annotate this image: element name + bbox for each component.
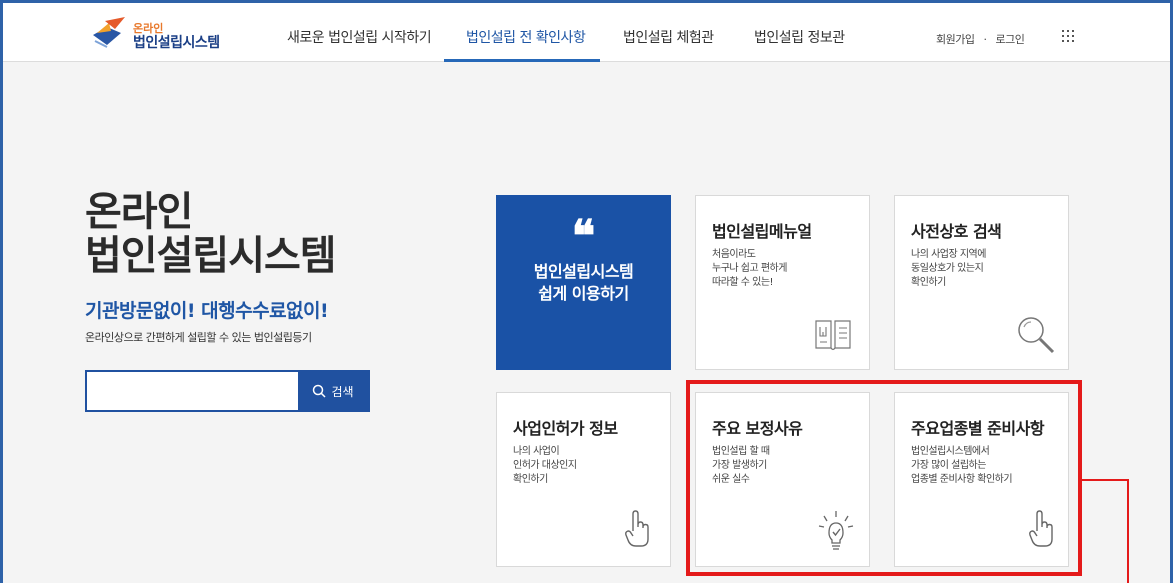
- card-title: 법인설립메뉴얼: [712, 222, 812, 241]
- card-title: 사업인허가 정보: [513, 419, 618, 438]
- card-description: 처음이라도 누구나 쉽고 편하게 따라할 수 있는!: [712, 248, 787, 290]
- nav-item-info[interactable]: 법인설립 정보관: [754, 27, 845, 47]
- all-menu-grid-icon[interactable]: [1061, 29, 1075, 43]
- nav-item-experience[interactable]: 법인설립 체험관: [623, 27, 714, 47]
- card-title: 사전상호 검색: [911, 222, 1002, 241]
- card-description: 나의 사업장 지역에 동일상호가 있는지 확인하기: [911, 248, 986, 290]
- card-desc-line: 동일상호가 있는지: [911, 263, 984, 274]
- card-desc-line: 나의 사업장 지역에: [911, 249, 986, 260]
- quote-icon: ❝: [571, 211, 596, 262]
- card-desc-line: 처음이라도: [712, 249, 756, 260]
- book-icon: [815, 320, 851, 351]
- card-desc-line: 확인하기: [513, 474, 548, 485]
- hero-title: 온라인 법인설립시스템: [85, 189, 337, 279]
- featured-guide-text: 법인설립시스템 쉽게 이용하기: [496, 261, 671, 305]
- user-links: 회원가입 · 로그인: [936, 31, 1025, 47]
- hero-description: 온라인상으로 간편하게 설립할 수 있는 법인설립등기: [85, 331, 312, 344]
- util-separator: ·: [983, 33, 987, 46]
- join-link[interactable]: 회원가입: [936, 33, 975, 46]
- hero-title-line2: 법인설립시스템: [85, 233, 337, 279]
- site-header: 온라인 법인설립시스템 새로운 법인설립 시작하기 법인설립 전 확인사항 법인…: [3, 3, 1170, 62]
- search-button-label: 검색: [331, 384, 354, 399]
- hand-pointer-icon: [625, 510, 649, 547]
- callout-line-horizontal: [1082, 479, 1129, 481]
- card-name-search[interactable]: 사전상호 검색 나의 사업장 지역에 동일상호가 있는지 확인하기: [894, 195, 1069, 370]
- card-manual[interactable]: 법인설립메뉴얼 처음이라도 누구나 쉽고 편하게 따라할 수 있는!: [695, 195, 870, 370]
- card-desc-line: 누구나 쉽고 편하게: [712, 263, 787, 274]
- card-desc-line: 따라할 수 있는!: [712, 277, 774, 288]
- callout-line-vertical: [1127, 479, 1129, 583]
- highlight-box: [686, 380, 1082, 576]
- card-description: 나의 사업이 인허가 대상인지 확인하기: [513, 445, 577, 487]
- logo-mark-icon: [93, 17, 125, 48]
- nav-item-start[interactable]: 새로운 법인설립 시작하기: [287, 27, 432, 47]
- hero-title-line1: 온라인: [85, 189, 193, 235]
- search-icon: [313, 384, 326, 398]
- site-logo[interactable]: 온라인 법인설립시스템: [91, 13, 241, 53]
- search-button[interactable]: 검색: [298, 372, 368, 410]
- card-desc-line: 확인하기: [911, 277, 946, 288]
- login-link[interactable]: 로그인: [995, 33, 1024, 46]
- card-desc-line: 인허가 대상인지: [513, 460, 577, 471]
- hero-subtitle: 기관방문없이! 대행수수료없이!: [85, 300, 329, 322]
- featured-guide-card[interactable]: ❝ 법인설립시스템 쉽게 이용하기: [496, 195, 671, 370]
- logo-big-text: 법인설립시스템: [133, 35, 220, 51]
- nav-item-precheck[interactable]: 법인설립 전 확인사항: [466, 27, 586, 47]
- card-permit-info[interactable]: 사업인허가 정보 나의 사업이 인허가 대상인지 확인하기: [496, 392, 671, 567]
- magnifier-icon: [1018, 317, 1055, 354]
- search-input[interactable]: [87, 372, 299, 410]
- card-desc-line: 나의 사업이: [513, 446, 560, 457]
- featured-line2: 쉽게 이용하기: [538, 284, 629, 303]
- search-box: 검색: [85, 370, 370, 412]
- featured-line1: 법인설립시스템: [533, 262, 634, 281]
